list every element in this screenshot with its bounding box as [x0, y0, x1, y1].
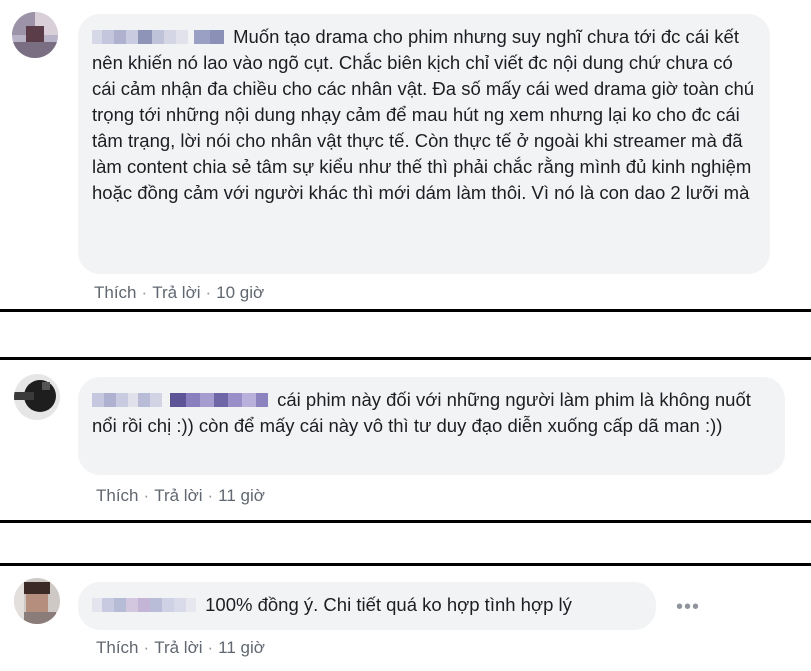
timestamp[interactable]: 11 giờ	[218, 486, 265, 505]
like-link[interactable]: Thích	[96, 486, 139, 505]
separator: ·	[207, 638, 214, 657]
timestamp[interactable]: 10 giờ	[216, 283, 264, 302]
comment-actions: Thích · Trả lời · 11 giờ	[96, 638, 265, 658]
avatar[interactable]	[14, 578, 60, 624]
comment-actions: Thích · Trả lời · 11 giờ	[96, 486, 265, 506]
reply-link[interactable]: Trả lời	[154, 486, 202, 505]
divider	[0, 563, 811, 566]
divider	[0, 520, 811, 523]
comment-bubble: cái phim này đối với những người làm phi…	[78, 377, 785, 475]
avatar[interactable]	[14, 374, 60, 420]
author-name-blurred[interactable]	[92, 594, 201, 615]
separator: ·	[143, 638, 150, 657]
separator: ·	[207, 486, 214, 505]
avatar[interactable]	[12, 12, 58, 58]
reply-link[interactable]: Trả lời	[154, 638, 202, 657]
reply-link[interactable]: Trả lời	[152, 283, 200, 302]
author-name-blurred[interactable]	[92, 26, 229, 47]
separator: ·	[143, 486, 150, 505]
separator: ·	[141, 283, 148, 302]
timestamp[interactable]: 11 giờ	[218, 638, 265, 657]
comment-bubble: Muốn tạo drama cho phim nhưng suy nghĩ c…	[78, 14, 770, 274]
more-options-icon[interactable]: •••	[676, 596, 700, 619]
comment-text: 100% đồng ý. Chi tiết quá ko hợp tình hợ…	[205, 594, 572, 615]
divider	[0, 357, 811, 360]
divider	[0, 309, 811, 312]
comment-text: Muốn tạo drama cho phim nhưng suy nghĩ c…	[92, 26, 755, 203]
comment-actions: Thích · Trả lời · 10 giờ	[94, 283, 264, 303]
author-name-blurred[interactable]	[92, 389, 273, 410]
comment-bubble: 100% đồng ý. Chi tiết quá ko hợp tình hợ…	[78, 582, 656, 630]
like-link[interactable]: Thích	[96, 638, 139, 657]
separator: ·	[205, 283, 212, 302]
like-link[interactable]: Thích	[94, 283, 137, 302]
